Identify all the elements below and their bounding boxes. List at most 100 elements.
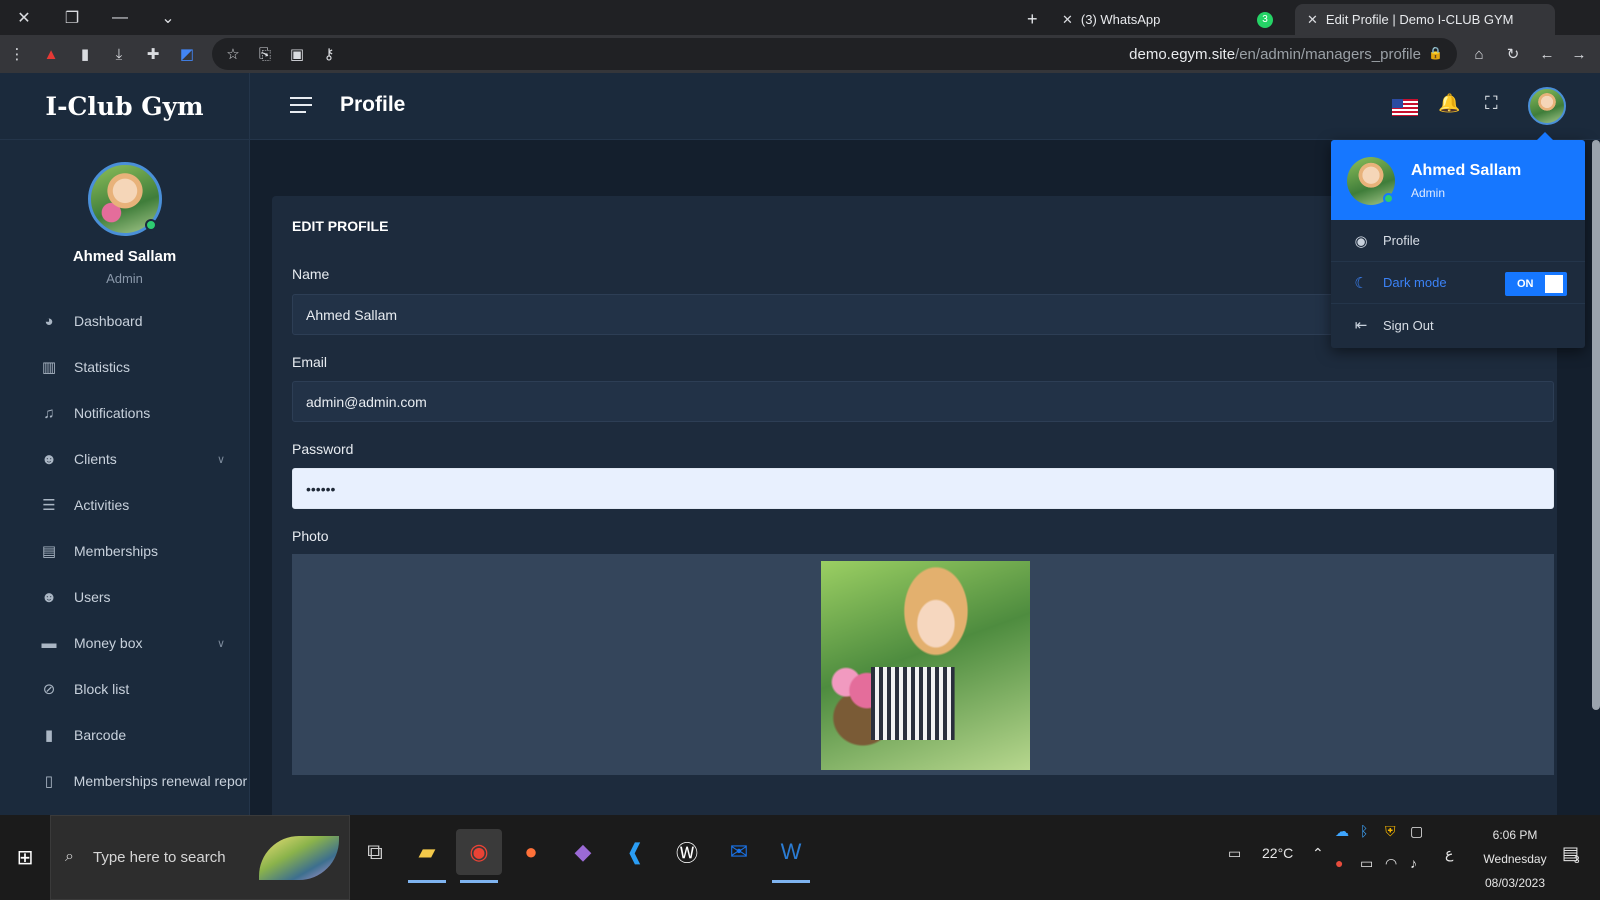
translate-icon[interactable]: ◩ xyxy=(170,39,204,69)
photo-upload-area[interactable] xyxy=(292,554,1554,775)
wordpress-icon[interactable]: Ⓦ xyxy=(664,829,710,875)
search-icon: ⌕ xyxy=(65,848,74,865)
sidebar-item-block-list[interactable]: ⊘ Block list xyxy=(0,666,249,712)
vscode-icon[interactable]: ❰ xyxy=(612,829,658,875)
whatsapp-badge: 3 xyxy=(1257,11,1273,28)
avatar[interactable] xyxy=(87,162,162,236)
notification-count: 3 xyxy=(1574,855,1580,866)
card-title: EDIT PROFILE xyxy=(292,218,389,234)
bluetooth-icon[interactable]: ᛒ xyxy=(1360,823,1368,839)
weather-icon[interactable]: ▭ xyxy=(1228,845,1241,862)
tab-whatsapp[interactable]: ✕ (3) WhatsApp 3 xyxy=(1050,4,1285,35)
onedrive-icon[interactable]: ☁ xyxy=(1335,823,1349,840)
firefox-icon[interactable]: ● xyxy=(508,829,554,875)
chrome-icon[interactable]: ◉ xyxy=(456,829,502,883)
sidebar-item-dashboard[interactable]: ◕ Dashboard xyxy=(0,298,249,344)
input-language[interactable]: ع xyxy=(1445,845,1453,862)
name-label: Name xyxy=(292,266,330,282)
taskbar-search[interactable]: ⌕ Type here to search xyxy=(50,815,350,900)
dropdown-item-sign-out[interactable]: ⇤ Sign Out xyxy=(1331,304,1585,346)
share-icon[interactable]: ⎘ xyxy=(248,39,282,69)
chevron-up-icon[interactable]: ⌃ xyxy=(1312,845,1324,862)
sidebar-item-memberships[interactable]: ▤ Memberships xyxy=(0,528,249,574)
fullscreen-icon[interactable]: ⛶ xyxy=(1485,93,1498,114)
browser-tab-bar: ✕ ❐ — ⌄ + ✕ (3) WhatsApp 3 ✕ Edit Profil… xyxy=(0,0,1600,35)
sidebar-item-label: Money box xyxy=(74,635,143,651)
sidebar-item-notifications[interactable]: ♫ Notifications xyxy=(0,390,249,436)
address-bar[interactable]: ☆ ⎘ ▣ ⚷ demo.egym.site/en/admin/managers… xyxy=(212,38,1457,70)
password-label: Password xyxy=(292,441,354,457)
taskbar-clock[interactable]: 6:06 PM Wednesday 08/03/2023 xyxy=(1470,823,1560,895)
outlook-icon[interactable]: ✉ xyxy=(716,829,762,875)
dropdown-item-dark-mode: ☾ Dark mode ON xyxy=(1331,262,1585,304)
sidebar-item-statistics[interactable]: ▥ Statistics xyxy=(0,344,249,390)
user-dropdown-menu: Ahmed Sallam Admin ◉ Profile ☾ Dark mode… xyxy=(1331,132,1585,348)
meet-icon[interactable]: ▢ xyxy=(1410,823,1423,840)
search-placeholder: Type here to search xyxy=(93,849,226,866)
tab-edit-profile[interactable]: ✕ Edit Profile | Demo I-CLUB GYM xyxy=(1295,4,1555,35)
id-card-icon: ▤ xyxy=(41,543,57,560)
key-icon[interactable]: ⚷ xyxy=(312,39,346,69)
user-avatar-button[interactable] xyxy=(1528,87,1566,125)
bell-icon[interactable]: 🔔 xyxy=(1438,93,1460,114)
close-window-icon[interactable]: ✕ xyxy=(0,0,48,35)
online-status-dot xyxy=(144,219,157,231)
windows-start-icon[interactable]: ⊞ xyxy=(0,815,50,900)
extension-icon[interactable]: ▲ xyxy=(34,39,68,69)
visual-studio-icon[interactable]: ◆ xyxy=(560,829,606,875)
toggle-knob xyxy=(1545,275,1563,293)
sidebar-item-clients[interactable]: ☻ Clients ∨ xyxy=(0,436,249,482)
notification-center-icon[interactable]: ▤ 3 xyxy=(1562,843,1580,866)
page-scrollbar[interactable] xyxy=(1592,140,1600,710)
sidebar-item-money-box[interactable]: ▬ Money box ∨ xyxy=(0,620,249,666)
dropdown-item-label: Dark mode xyxy=(1383,275,1447,290)
dropdown-header: Ahmed Sallam Admin xyxy=(1331,140,1585,220)
forward-icon[interactable]: → xyxy=(1562,39,1596,69)
battery-icon[interactable]: ▭ xyxy=(1360,855,1373,872)
profile-photo xyxy=(821,561,1030,770)
sidebar-item-label: Notifications xyxy=(74,405,151,421)
sidebar-item-label: Block list xyxy=(74,681,130,697)
qr-icon[interactable]: ▣ xyxy=(280,39,314,69)
sidebar-item-barcode[interactable]: ▮ Barcode xyxy=(0,712,249,758)
close-tab-icon[interactable]: ✕ xyxy=(1307,12,1318,28)
home-icon[interactable]: ⌂ xyxy=(1462,39,1496,69)
restore-window-icon[interactable]: ❐ xyxy=(48,0,96,35)
back-icon[interactable]: ← xyxy=(1530,39,1564,69)
menu-dots-icon[interactable]: ⋮ xyxy=(0,39,34,69)
network-error-icon[interactable]: ● xyxy=(1335,855,1343,871)
page-title: Profile xyxy=(340,93,406,116)
us-flag-icon[interactable] xyxy=(1392,99,1418,116)
star-icon[interactable]: ☆ xyxy=(216,39,250,69)
sidebar-icon[interactable]: ▮ xyxy=(68,39,102,69)
brand-logo[interactable]: I-Club Gym xyxy=(0,73,249,140)
sidebar-item-memberships-renewal[interactable]: ▯ Memberships renewal repor xyxy=(0,758,249,804)
minimize-window-icon[interactable]: — xyxy=(96,0,144,35)
browser-toolbar: ⋮ ▲ ▮ ⤓ ✚ ◩ ☆ ⎘ ▣ ⚷ demo.egym.site/en/ad… xyxy=(0,35,1600,73)
puzzle-icon[interactable]: ✚ xyxy=(136,39,170,69)
volume-icon[interactable]: ♪ xyxy=(1410,855,1417,871)
sidebar-item-users[interactable]: ☻ Users xyxy=(0,574,249,620)
hamburger-menu-icon[interactable] xyxy=(290,97,312,118)
word-icon[interactable]: W xyxy=(768,829,814,883)
sidebar-item-activities[interactable]: ☰ Activities xyxy=(0,482,249,528)
reload-icon[interactable]: ↻ xyxy=(1496,39,1530,69)
task-view-icon[interactable]: ⧉ xyxy=(352,829,398,875)
file-explorer-icon[interactable]: ▰ xyxy=(404,829,450,883)
sidebar-item-label: Memberships renewal repor xyxy=(73,773,248,789)
sidebar: I-Club Gym Ahmed Sallam Admin ◕ Dashboard… xyxy=(0,73,250,815)
dropdown-item-profile[interactable]: ◉ Profile xyxy=(1331,220,1585,262)
new-tab-button[interactable]: + xyxy=(1015,4,1050,35)
dark-mode-toggle[interactable]: ON xyxy=(1505,272,1567,296)
avatar xyxy=(1347,157,1395,205)
close-tab-icon[interactable]: ✕ xyxy=(1062,12,1073,28)
tab-list-chevron-icon[interactable]: ⌄ xyxy=(144,0,192,35)
wifi-icon[interactable]: ◠ xyxy=(1385,855,1397,872)
security-shield-icon[interactable]: ⛨ xyxy=(1385,823,1396,840)
sign-out-icon: ⇤ xyxy=(1354,317,1368,334)
url-text: demo.egym.site/en/admin/managers_profile xyxy=(1129,46,1421,63)
password-input[interactable]: •••••• xyxy=(292,468,1554,509)
weather-text[interactable]: 22°C xyxy=(1262,845,1293,861)
download-icon[interactable]: ⤓ xyxy=(102,39,136,69)
email-input[interactable]: admin@admin.com xyxy=(292,381,1554,422)
